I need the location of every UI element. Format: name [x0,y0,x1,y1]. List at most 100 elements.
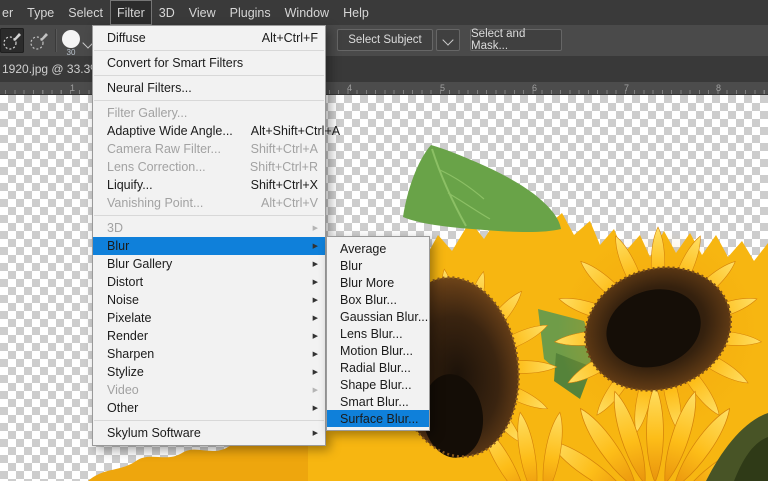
brush-options-dropdown[interactable] [82,34,94,52]
submenu-item-motion-blur[interactable]: Motion Blur... [327,342,429,359]
menu-item-shortcut: Shift+Ctrl+R [249,160,318,174]
ruler-number: 5 [440,83,446,93]
menu-item-label: Blur More [340,275,395,290]
menu-item-convert-for-smart-filters[interactable]: Convert for Smart Filters [93,54,325,72]
blur-submenu: Average Blur Blur More Box Blur... Gauss… [326,236,430,431]
menu-item-label: Skylum Software [107,426,201,440]
ruler-number: 4 [347,83,353,93]
menubar-item-view[interactable]: View [182,0,223,25]
menu-item-label: Lens Blur... [340,326,403,341]
menu-item-label: Smart Blur... [340,394,409,409]
menu-item-video: Video ▶ [93,381,325,399]
menu-item-vanishing-point: Vanishing Point... Alt+Ctrl+V [93,194,325,212]
menu-separator [94,420,324,421]
menu-item-label: Pixelate [107,311,152,325]
menu-item-label: Noise [107,293,139,307]
submenu-item-box-blur[interactable]: Box Blur... [327,291,429,308]
menu-item-label: Liquify... [107,178,153,192]
submenu-arrow-icon: ▶ [312,242,318,250]
menu-item-distort[interactable]: Distort ▶ [93,273,325,291]
submenu-arrow-icon: ▶ [312,332,318,340]
menu-item-label: Diffuse [107,31,146,45]
submenu-item-blur[interactable]: Blur [327,257,429,274]
menu-item-label: Camera Raw Filter... [107,142,221,156]
menu-item-adaptive-wide-angle[interactable]: Adaptive Wide Angle... Alt+Shift+Ctrl+A [93,122,340,140]
menu-item-label: Vanishing Point... [107,196,204,210]
submenu-arrow-icon: ▶ [312,278,318,286]
menubar-item-help[interactable]: Help [336,0,376,25]
menu-item-render[interactable]: Render ▶ [93,327,325,345]
menu-item-label: Lens Correction... [107,160,206,174]
menu-item-label: Blur Gallery [107,257,173,271]
submenu-arrow-icon: ▶ [312,404,318,412]
menu-item-liquify[interactable]: Liquify... Shift+Ctrl+X [93,176,325,194]
filter-menu: Diffuse Alt+Ctrl+F Convert for Smart Fil… [92,25,340,446]
document-tab[interactable]: 1920.jpg @ 33.3% [0,62,101,76]
menu-item-label: Gaussian Blur... [340,309,429,324]
menu-item-label: Surface Blur... [340,411,419,426]
submenu-item-average[interactable]: Average [327,240,429,257]
ruler-number: 1 [70,83,76,93]
menu-item-label: Other [107,401,139,415]
submenu-arrow-icon: ▶ [312,260,318,268]
menu-item-sharpen[interactable]: Sharpen ▶ [93,345,325,363]
submenu-arrow-icon: ▶ [312,368,318,376]
menubar-item-window[interactable]: Window [278,0,336,25]
menu-item-diffuse[interactable]: Diffuse Alt+Ctrl+F [93,29,325,47]
menu-separator [94,50,324,51]
menubar-item-plugins[interactable]: Plugins [223,0,278,25]
menu-item-label: Distort [107,275,144,289]
menu-item-camera-raw-filter: Camera Raw Filter... Shift+Ctrl+A [93,140,325,158]
menubar-item-type[interactable]: Type [20,0,61,25]
select-and-mask-button[interactable]: Select and Mask... [470,28,562,52]
menu-bar: er Type Select Filter 3D View Plugins Wi… [0,0,768,26]
menubar-item-filter[interactable]: Filter [109,0,152,25]
submenu-item-smart-blur[interactable]: Smart Blur... [327,393,429,410]
menu-item-shortcut: Shift+Ctrl+X [250,178,318,192]
menu-item-blur-gallery[interactable]: Blur Gallery ▶ [93,255,325,273]
toolbar-divider [55,29,57,52]
submenu-item-lens-blur[interactable]: Lens Blur... [327,325,429,342]
submenu-arrow-icon: ▶ [312,296,318,304]
quick-selection-tool-icon [3,32,21,50]
quick-selection-add-button[interactable] [27,28,51,53]
select-subject-dropdown-button[interactable] [436,29,460,51]
ruler-number: 7 [624,83,630,93]
brush-preview-icon[interactable] [62,30,80,48]
submenu-arrow-icon: ▶ [312,350,318,358]
submenu-item-shape-blur[interactable]: Shape Blur... [327,376,429,393]
menu-item-neural-filters[interactable]: Neural Filters... [93,79,325,97]
menu-item-label: Blur [340,258,363,273]
submenu-item-radial-blur[interactable]: Radial Blur... [327,359,429,376]
submenu-item-surface-blur[interactable]: Surface Blur... [327,410,429,427]
menubar-item-select[interactable]: Select [61,0,110,25]
menu-separator [94,215,324,216]
menu-item-label: Filter Gallery... [107,106,188,120]
photoshop-window: er Type Select Filter 3D View Plugins Wi… [0,0,768,481]
menu-item-shortcut: Shift+Ctrl+A [250,142,318,156]
menu-item-label: 3D [107,221,123,235]
submenu-arrow-icon: ▶ [312,314,318,322]
menu-item-label: Blur [107,239,130,253]
submenu-item-gaussian-blur[interactable]: Gaussian Blur... [327,308,429,325]
quick-selection-new-button[interactable] [0,28,24,53]
submenu-item-blur-more[interactable]: Blur More [327,274,429,291]
menu-item-stylize[interactable]: Stylize ▶ [93,363,325,381]
menu-item-label: Average [340,241,387,256]
menu-item-shortcut: Alt+Shift+Ctrl+A [250,124,341,138]
menu-item-noise[interactable]: Noise ▶ [93,291,325,309]
menu-item-lens-correction: Lens Correction... Shift+Ctrl+R [93,158,325,176]
menu-item-skylum-software[interactable]: Skylum Software ▶ [93,424,325,442]
menu-item-label: Sharpen [107,347,155,361]
select-subject-button[interactable]: Select Subject [337,29,433,51]
menu-item-shortcut: Alt+Ctrl+F [261,31,318,45]
menu-item-other[interactable]: Other ▶ [93,399,325,417]
menu-item-pixelate[interactable]: Pixelate ▶ [93,309,325,327]
quick-selection-add-icon [30,32,48,50]
menu-item-label: Neural Filters... [107,81,192,95]
menubar-item-3d[interactable]: 3D [152,0,182,25]
menu-item-label: Radial Blur... [340,360,411,375]
menu-item-label: Render [107,329,148,343]
menu-item-blur[interactable]: Blur ▶ [93,237,325,255]
menubar-item-layer-cut[interactable]: er [0,0,20,25]
